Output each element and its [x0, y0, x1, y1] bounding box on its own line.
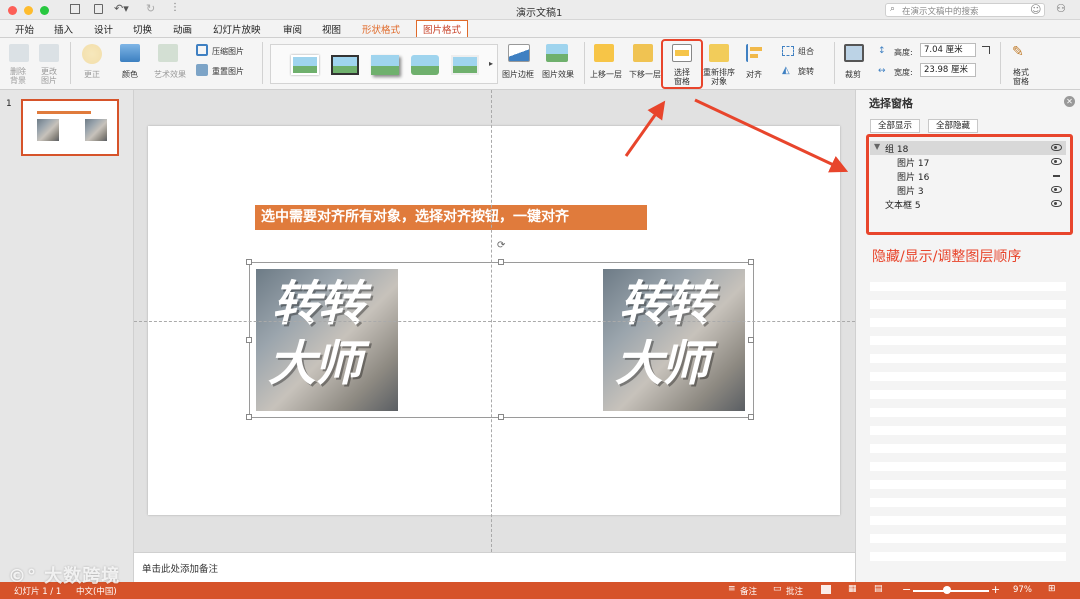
- comments-toggle-button[interactable]: 批注: [786, 585, 803, 597]
- watermark-logo-icon: ©°: [8, 566, 37, 587]
- slide-sorter-icon[interactable]: ▦: [848, 584, 857, 594]
- notes-icon: ≡: [728, 584, 736, 594]
- zoom-slider[interactable]: [913, 590, 989, 592]
- arrow-to-selection-pane-button: [624, 100, 666, 157]
- normal-view-icon[interactable]: [821, 585, 831, 594]
- reading-view-icon[interactable]: ▤: [874, 584, 883, 594]
- zoom-out-icon[interactable]: −: [902, 583, 911, 596]
- comments-icon: ▭: [773, 584, 782, 594]
- watermark: ©° 大数跨境: [8, 562, 120, 588]
- zoom-in-icon[interactable]: +: [991, 583, 1000, 596]
- zoom-slider-thumb[interactable]: [943, 586, 951, 594]
- fit-to-window-icon[interactable]: ⊞: [1048, 584, 1056, 594]
- arrow-to-layer-list: [694, 98, 849, 173]
- status-bar: 幻灯片 1 / 1 中文(中国) ≡ 备注 ▭ 批注 ▦ ▤ − + 97% ⊞: [0, 582, 1080, 599]
- annotation-arrows: [624, 98, 849, 173]
- zoom-level[interactable]: 97%: [1013, 585, 1032, 595]
- watermark-text: 大数跨境: [44, 566, 121, 587]
- notes-toggle-button[interactable]: 备注: [740, 585, 757, 597]
